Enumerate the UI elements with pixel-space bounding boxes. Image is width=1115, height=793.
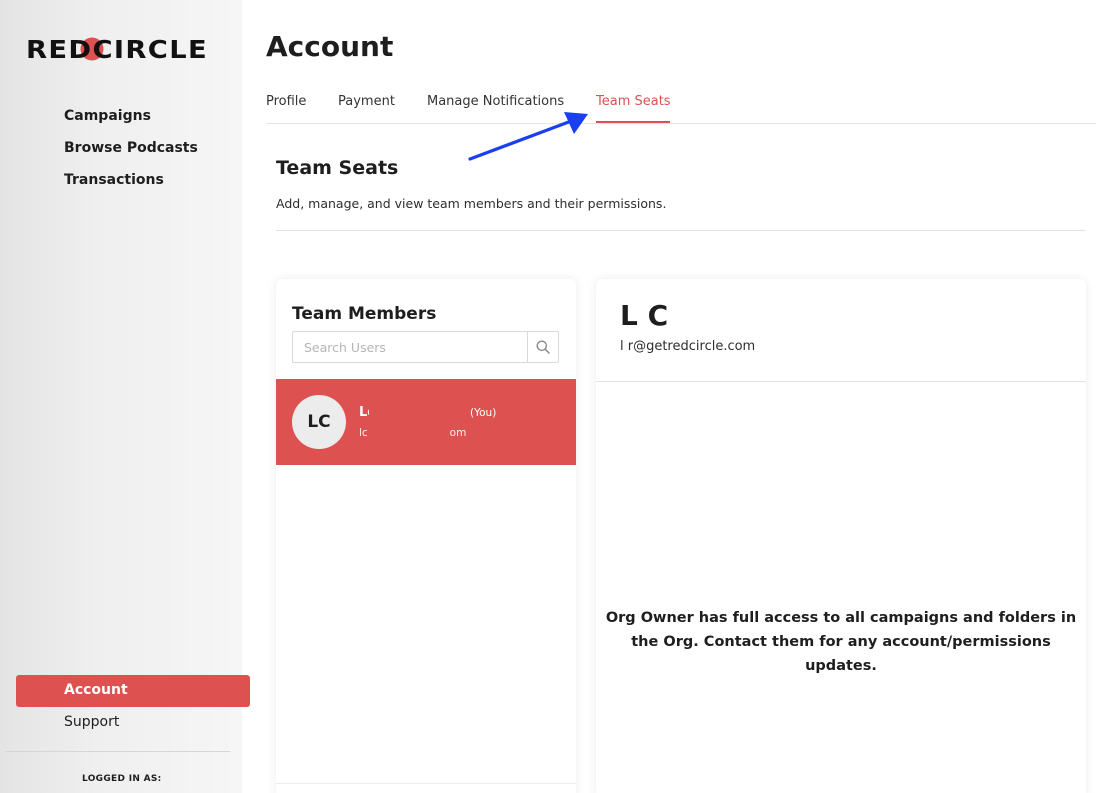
sidebar-item-browse-podcasts[interactable]: Browse Podcasts: [64, 140, 198, 156]
sidebar-item-transactions[interactable]: Transactions: [64, 172, 164, 188]
avatar: LC: [292, 395, 346, 449]
logged-in-label: LOGGED IN AS:: [82, 774, 162, 784]
account-tabs: Profile Payment Manage Notifications Tea…: [266, 92, 1096, 124]
detail-member-name: L C: [620, 299, 669, 332]
detail-divider: [596, 381, 1086, 382]
logo-text: REDCIRCLE: [26, 35, 208, 63]
members-panel-footer: [276, 783, 576, 793]
tab-team-seats[interactable]: Team Seats: [596, 94, 671, 109]
page-title: Account: [266, 30, 394, 63]
member-detail-panel: L C l r@getredcircle.com Org Owner has f…: [596, 279, 1086, 793]
permissions-notice: Org Owner has full access to all campaig…: [605, 610, 1077, 674]
redaction-block: [367, 425, 450, 441]
active-tab-indicator: [596, 121, 670, 123]
team-member-row[interactable]: LC Lo C (You) lc@getredcircle.com: [276, 379, 576, 465]
section-description: Add, manage, and view team members and t…: [276, 196, 667, 211]
tab-payment[interactable]: Payment: [338, 94, 395, 109]
team-members-panel: Team Members LC Lo C (You) lc@getredcirc…: [276, 279, 576, 793]
detail-member-email: l r@getredcircle.com: [620, 339, 756, 354]
section-divider: [276, 230, 1086, 231]
redcircle-logo[interactable]: REDCIRCLE: [26, 35, 208, 63]
sidebar-item-support[interactable]: Support: [64, 714, 119, 730]
search-button[interactable]: [527, 331, 559, 363]
annotation-arrow-icon: [468, 112, 588, 161]
sidebar-item-account-label: Account: [64, 682, 128, 698]
section-title: Team Seats: [276, 157, 399, 179]
sidebar-item-campaigns[interactable]: Campaigns: [64, 108, 151, 124]
tab-profile[interactable]: Profile: [266, 94, 306, 109]
sidebar: REDCIRCLE Campaigns Browse Podcasts Tran…: [0, 0, 250, 793]
team-members-title: Team Members: [292, 304, 437, 324]
redaction-block: [417, 403, 467, 421]
search-users-input[interactable]: [292, 331, 528, 363]
member-you-tag: (You): [470, 407, 497, 419]
tab-manage-notifications[interactable]: Manage Notifications: [427, 94, 564, 109]
redaction-block: [369, 403, 405, 421]
search-icon: [536, 340, 550, 354]
sidebar-item-account[interactable]: Account: [16, 675, 250, 707]
sidebar-divider: [5, 751, 230, 752]
